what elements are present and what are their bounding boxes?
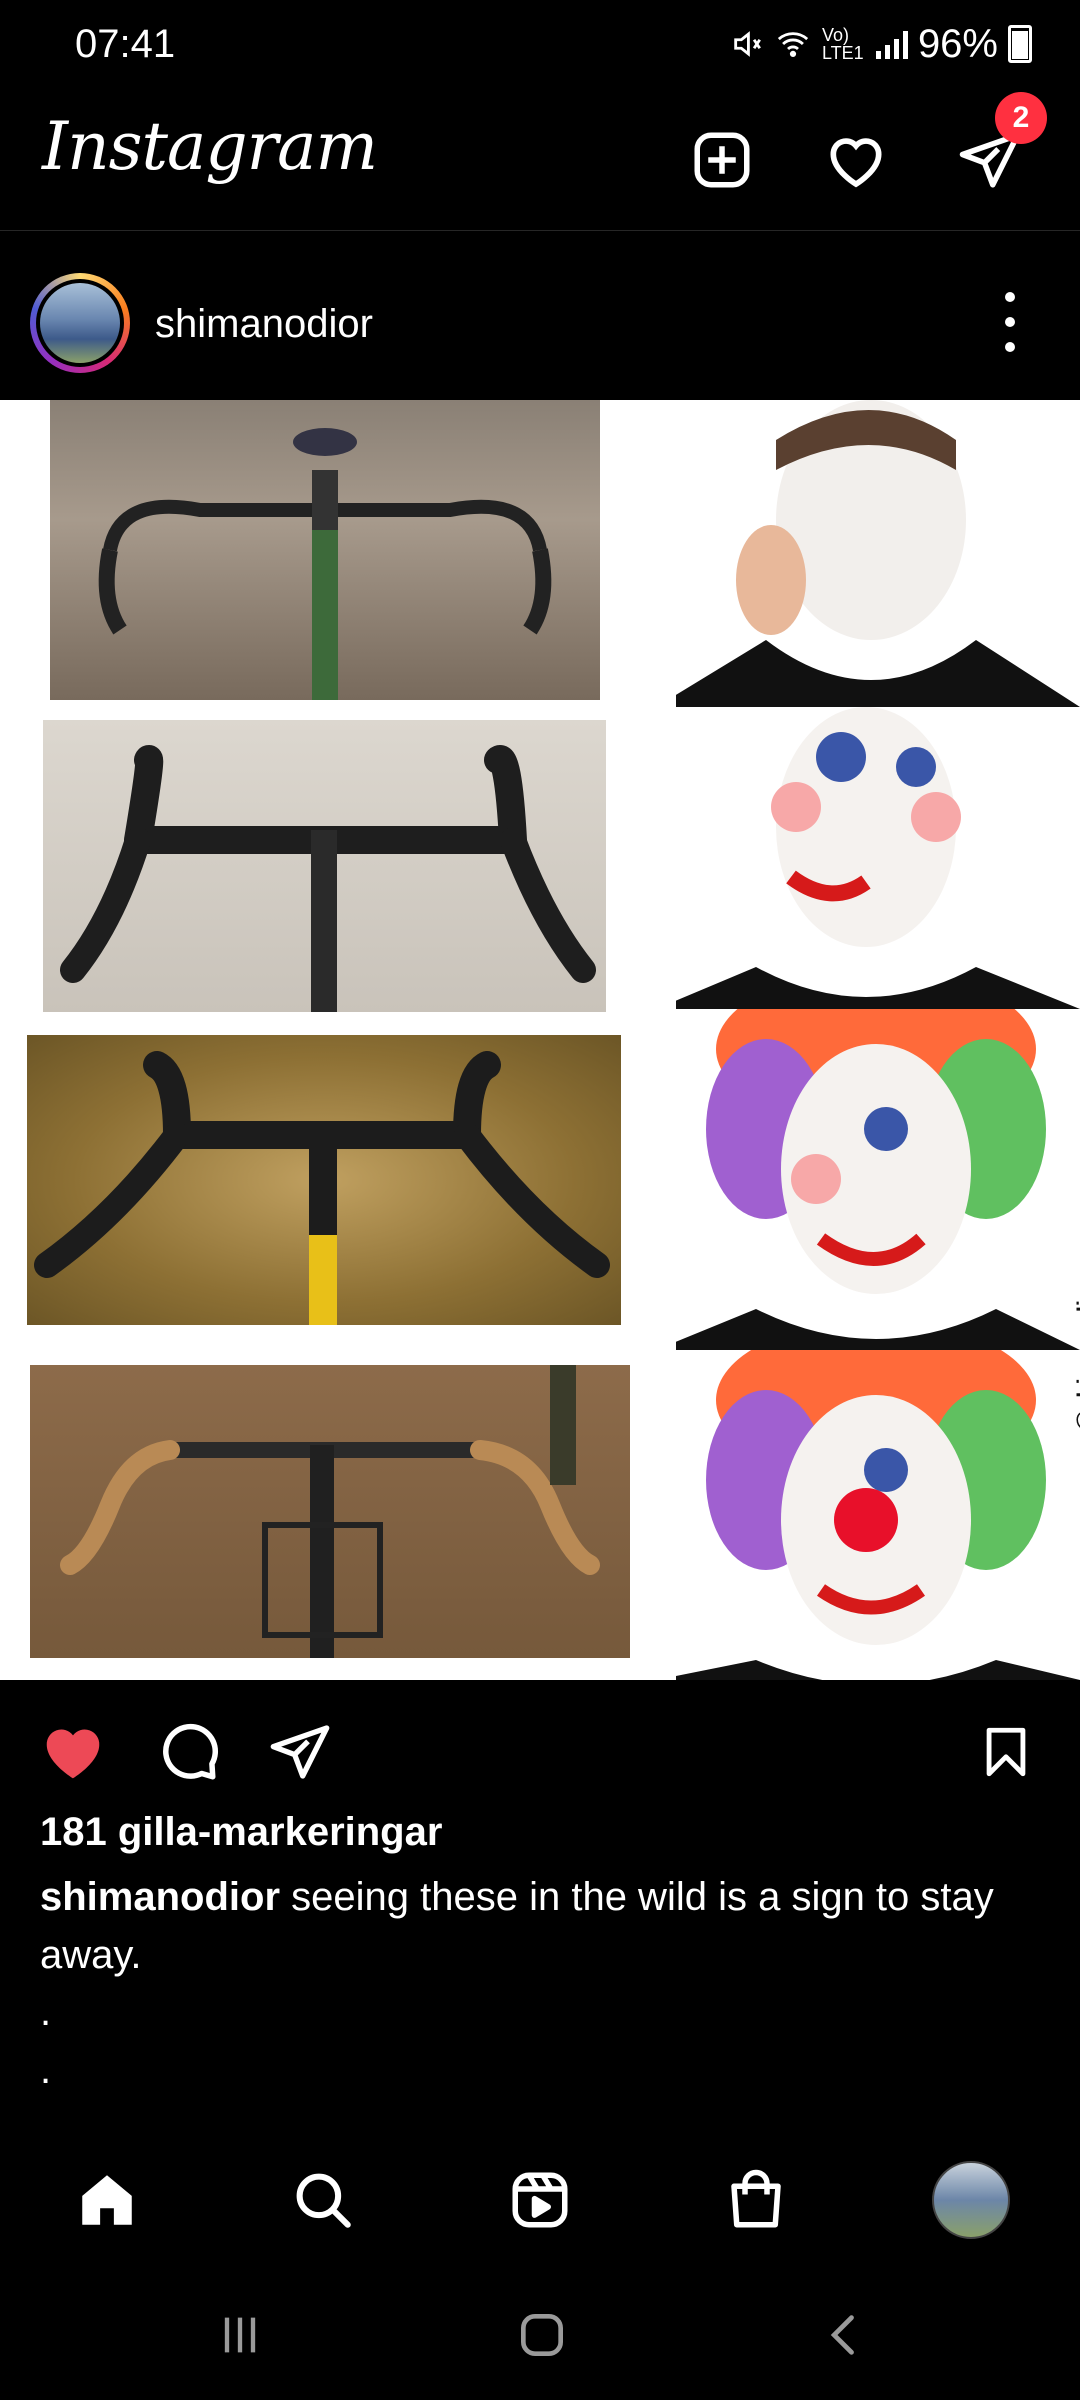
handlebar-photo-2: [43, 720, 606, 1012]
status-bar: 07:41 Vo) LTE1 96%: [0, 0, 1080, 90]
nav-shop[interactable]: [716, 2160, 796, 2240]
signal-icon: [875, 29, 908, 59]
battery-percent: 96%: [917, 21, 998, 66]
system-home-icon: [521, 2314, 563, 2356]
save-button[interactable]: [966, 1712, 1046, 1792]
caption-extra-line: .: [40, 2048, 52, 2092]
caption-extra-line: .: [40, 1990, 52, 2034]
nav-reels[interactable]: [500, 2160, 580, 2240]
recent-apps-icon: [224, 2317, 256, 2353]
bookmark-icon: [986, 1727, 1026, 1777]
post-image[interactable]: @shimanodior: [0, 400, 1080, 1680]
likes-count[interactable]: 181 gilla-markeringar: [40, 1810, 442, 1855]
shop-icon: [731, 2169, 781, 2228]
image-watermark: @shimanodior: [1072, 1278, 1080, 1431]
comment-icon: [163, 1723, 219, 1780]
more-dot-icon: [1005, 342, 1015, 352]
app-header: Instagram: [0, 90, 1080, 231]
clown-photo-4: [676, 1350, 1080, 1680]
share-button[interactable]: [260, 1712, 340, 1792]
status-time: 07:41: [75, 22, 176, 66]
watermark-text: @shimanodior: [1072, 1278, 1080, 1432]
handlebar-photo-1: [50, 400, 600, 700]
caption-username[interactable]: shimanodior: [40, 1875, 280, 1919]
profile-avatar: [932, 2161, 1010, 2239]
add-post-button[interactable]: [682, 120, 762, 200]
clown-photo-2: [676, 707, 1080, 1009]
status-icons: Vo) LTE1 96%: [730, 20, 1032, 68]
clown-photo-3: [676, 1009, 1080, 1350]
reels-icon: [512, 2172, 568, 2228]
more-dot-icon: [1005, 292, 1015, 302]
comment-button[interactable]: [148, 1712, 228, 1792]
nav-search[interactable]: [283, 2160, 363, 2240]
nav-profile[interactable]: [931, 2160, 1011, 2240]
nav-home[interactable]: [67, 2160, 147, 2240]
post-username[interactable]: shimanodior: [155, 302, 373, 347]
post-caption: shimanodior seeing these in the wild is …: [40, 1868, 1040, 1984]
search-icon: [296, 2173, 351, 2228]
recent-apps-button[interactable]: [200, 2300, 280, 2370]
handlebar-photo-4: [30, 1365, 630, 1658]
instagram-logo[interactable]: Instagram: [42, 108, 378, 185]
notification-badge: 2: [995, 92, 1047, 144]
system-home-button[interactable]: [502, 2300, 582, 2370]
system-navigation: [0, 2270, 1080, 2400]
share-icon: [270, 1725, 330, 1779]
activity-button[interactable]: [816, 120, 896, 200]
more-dot-icon: [1005, 317, 1015, 327]
heart-filled-icon: [46, 1729, 100, 1779]
more-options-button[interactable]: [990, 292, 1030, 352]
like-button[interactable]: [33, 1712, 113, 1792]
handlebar-photo-3: [27, 1035, 621, 1325]
post-header: shimanodior: [0, 232, 1080, 398]
post-actions: [0, 1682, 1080, 1802]
system-back-button[interactable]: [805, 2300, 885, 2370]
battery-icon: [1008, 25, 1032, 63]
network-label: Vo) LTE1: [821, 25, 864, 63]
bottom-navigation: [0, 2130, 1080, 2270]
add-post-icon: [694, 132, 750, 188]
avatar[interactable]: [30, 273, 130, 373]
home-icon: [82, 2175, 132, 2225]
mute-icon: [734, 31, 761, 57]
clown-photo-1: [676, 400, 1080, 707]
wifi-icon: [777, 32, 809, 58]
back-icon: [830, 2315, 854, 2355]
heart-icon: [830, 138, 882, 188]
